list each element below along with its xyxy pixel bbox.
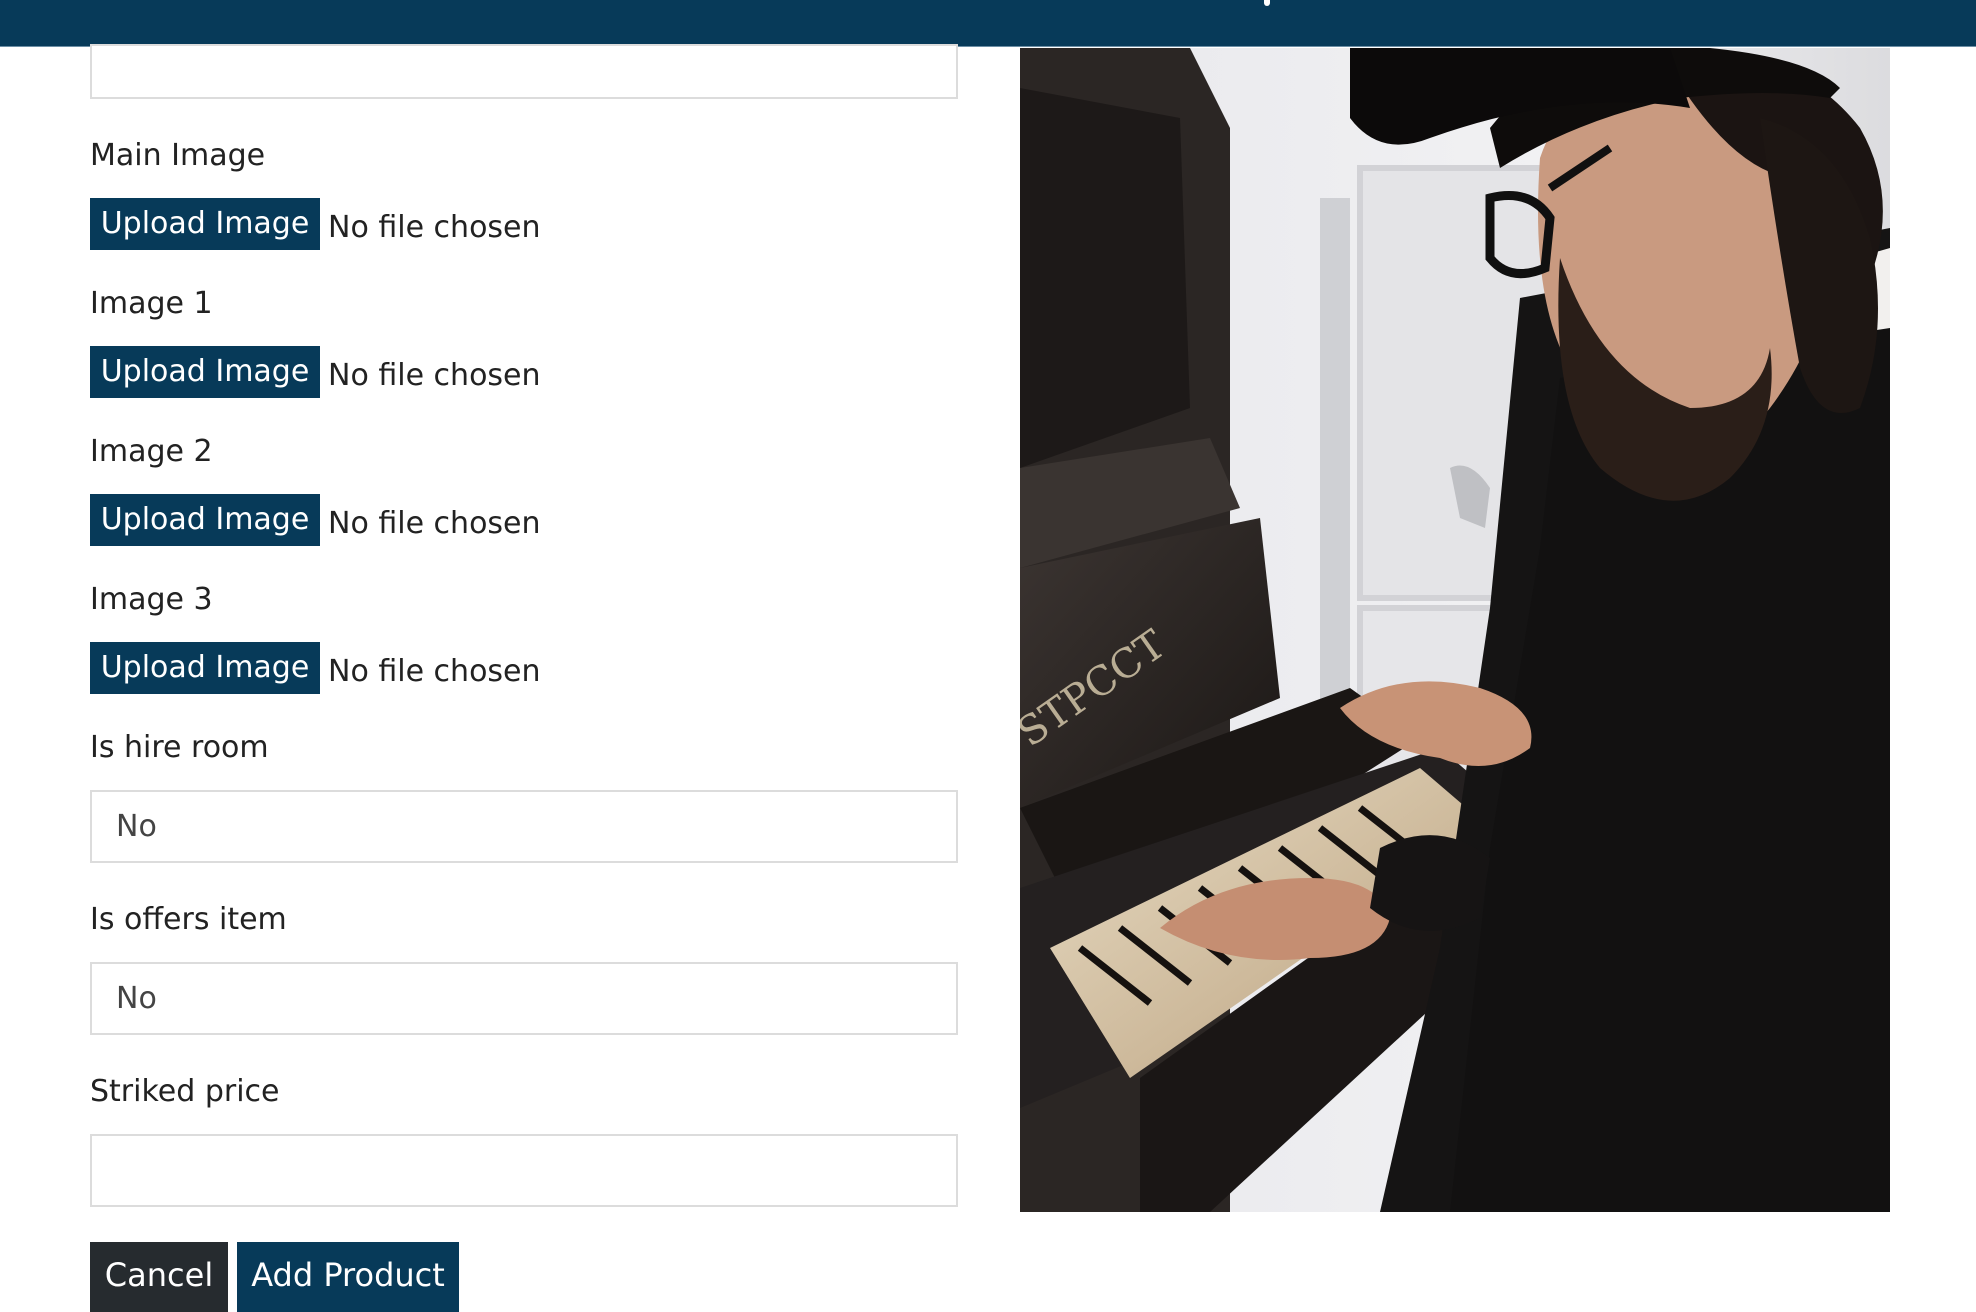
add-product-button[interactable]: Add Product: [237, 1242, 459, 1312]
image-1-file-input: Upload Image No file chosen: [90, 346, 541, 398]
previous-field-input[interactable]: [90, 44, 958, 99]
image-2-file-status: No file chosen: [328, 506, 541, 541]
image-1-upload-button[interactable]: Upload Image: [90, 346, 320, 398]
main-image-label: Main Image: [90, 138, 266, 173]
image-2-file-input: Upload Image No file chosen: [90, 494, 541, 546]
image-3-file-input: Upload Image No file chosen: [90, 642, 541, 694]
is-offers-item-select[interactable]: No: [90, 962, 958, 1035]
main-image-file-input: Upload Image No file chosen: [90, 198, 541, 250]
pianist-photo-icon: STPCCT: [1020, 48, 1890, 1212]
main-image-file-status: No file chosen: [328, 210, 541, 245]
image-2-upload-button[interactable]: Upload Image: [90, 494, 320, 546]
cancel-button[interactable]: Cancel: [90, 1242, 228, 1312]
product-preview-image: STPCCT: [1020, 48, 1890, 1212]
striked-price-input[interactable]: [90, 1134, 958, 1207]
main-image-upload-button[interactable]: Upload Image: [90, 198, 320, 250]
is-offers-item-label: Is offers item: [90, 902, 287, 937]
image-3-file-status: No file chosen: [328, 654, 541, 689]
image-1-label: Image 1: [90, 286, 213, 321]
is-hire-room-select[interactable]: No: [90, 790, 958, 863]
image-3-label: Image 3: [90, 582, 213, 617]
top-header-bar: [0, 0, 1976, 47]
image-2-label: Image 2: [90, 434, 213, 469]
header-title-fragment: [1264, 0, 1270, 6]
image-3-upload-button[interactable]: Upload Image: [90, 642, 320, 694]
is-hire-room-label: Is hire room: [90, 730, 269, 765]
image-1-file-status: No file chosen: [328, 358, 541, 393]
striked-price-label: Striked price: [90, 1074, 280, 1109]
